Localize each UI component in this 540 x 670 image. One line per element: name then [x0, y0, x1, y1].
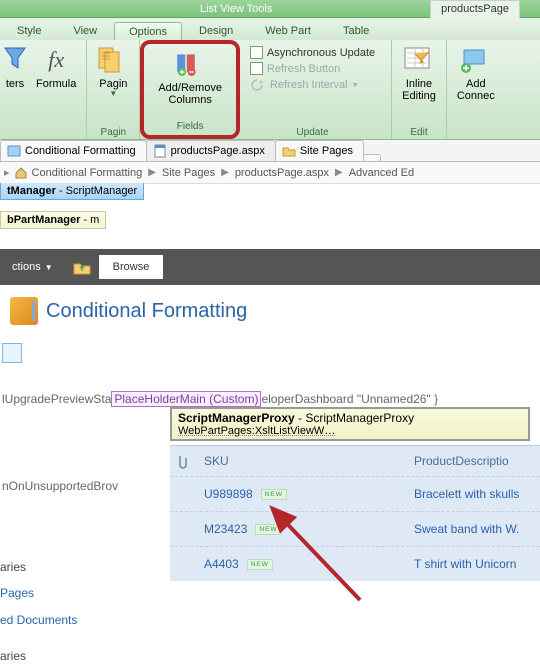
funnel-icon — [0, 44, 31, 76]
fields-group-highlighted: Add/Remove Columns Fields — [140, 40, 240, 139]
crumb-1[interactable]: Conditional Formatting — [32, 167, 143, 179]
new-badge: NEW — [255, 524, 281, 535]
attachments-icon[interactable] — [176, 454, 194, 470]
paging-button[interactable]: Pagin ▼ — [91, 42, 135, 101]
tab-options[interactable]: Options — [114, 22, 182, 40]
inline-edit-icon — [403, 44, 435, 76]
nav-link-documents[interactable]: ed Documents — [0, 607, 77, 633]
crumb-2[interactable]: Site Pages — [162, 167, 215, 179]
nav-header-libraries-2: aries — [0, 643, 77, 669]
tab-design[interactable]: Design — [184, 21, 248, 40]
dropdown-icon: ▼ — [45, 263, 53, 272]
chevron-right-icon: ▶ — [335, 167, 343, 178]
document-tabs: Conditional Formatting productsPage.aspx… — [0, 140, 540, 162]
back-icon[interactable]: ▸ — [4, 166, 10, 179]
paging-icon — [97, 44, 129, 76]
table-row[interactable]: A4403NEWT shirt with Unicorn — [170, 546, 540, 581]
dropdown-icon: ▼ — [109, 90, 117, 99]
ribbon-context-bar: List View Tools productsPage — [0, 0, 540, 18]
tab-style[interactable]: Style — [2, 21, 56, 40]
doc-tab-productspage[interactable]: productsPage.aspx — [146, 140, 276, 161]
breadcrumb: ▸ Conditional Formatting ▶ Site Pages ▶ … — [0, 162, 540, 184]
page-title-row: Conditional Formatting — [0, 285, 540, 335]
table-row[interactable]: U989898NEWBracelett with skulls — [170, 476, 540, 511]
site-actions-dropdown[interactable]: ctions▼ — [0, 255, 65, 279]
crumb-3[interactable]: productsPage.aspx — [235, 167, 329, 179]
col-header-sku[interactable]: SKU — [204, 454, 404, 470]
xsltlistview-link[interactable]: WebPartPages:XsltListViewW… — [178, 425, 522, 437]
scriptmanager-control[interactable]: tManager - ScriptManager — [0, 183, 144, 200]
table-row[interactable]: M23423NEWSweat band with W. — [170, 511, 540, 546]
inline-editing-button[interactable]: Inline Editing — [396, 42, 442, 104]
site-icon — [7, 144, 21, 158]
add-connection-button[interactable]: Add Connec — [451, 42, 501, 104]
group-label-paging: Pagin — [91, 126, 135, 139]
crumb-4[interactable]: Advanced Ed — [349, 167, 414, 179]
site-actions-bar: ctions▼ Browse — [0, 249, 540, 285]
col-header-desc[interactable]: ProductDescriptio — [414, 454, 534, 470]
group-label-fields: Fields — [152, 120, 228, 133]
aspx-icon — [153, 144, 167, 158]
navigate-up-icon[interactable] — [73, 259, 91, 275]
ribbon-tab-strip: Style View Options Design Web Part Table — [0, 18, 540, 40]
sku-link: A4403 — [204, 557, 239, 571]
scriptmanagerproxy-box[interactable]: ScriptManagerProxy - ScriptManagerProxy … — [170, 407, 530, 441]
sku-link: M23423 — [204, 522, 247, 536]
formula-button[interactable]: fx Formula — [30, 42, 82, 92]
folder-icon — [282, 144, 296, 158]
list-view-tools-label: List View Tools — [200, 3, 272, 15]
fx-icon: fx — [40, 44, 72, 76]
chevron-right-icon: ▶ — [148, 167, 156, 178]
list-header: SKU ProductDescriptio — [170, 446, 540, 476]
designer-code-row: lUpgradePreviewStaPlaceHolderMain (Custo… — [0, 391, 540, 407]
quick-launch-nav: aries Pages ed Documents aries — [0, 554, 77, 670]
doc-tab-empty[interactable] — [363, 154, 381, 161]
designer-code-row-2: nOnUnsupportedBrov — [0, 479, 120, 493]
doc-tab-conditional-formatting[interactable]: Conditional Formatting — [0, 140, 147, 161]
refresh-icon-disabled — [250, 78, 266, 92]
webpartmanager-control[interactable]: bPartManager - m — [0, 211, 106, 229]
home-icon[interactable] — [14, 166, 28, 180]
browse-tab[interactable]: Browse — [99, 255, 164, 279]
tab-view[interactable]: View — [58, 21, 112, 40]
refresh-interval-dropdown[interactable]: Refresh Interval ▼ — [250, 78, 375, 92]
tab-webpart[interactable]: Web Part — [250, 21, 326, 40]
group-label-update: Update — [244, 126, 381, 139]
tab-table[interactable]: Table — [328, 21, 384, 40]
group-label-edit: Edit — [396, 126, 442, 139]
sku-link: U989898 — [204, 487, 253, 501]
doc-tab-sitepages[interactable]: Site Pages — [275, 140, 364, 161]
page-title: Conditional Formatting — [46, 300, 247, 323]
selection-handle[interactable] — [2, 343, 22, 363]
placeholder-main[interactable]: PlaceHolderMain (Custom) — [111, 391, 261, 407]
connection-icon — [460, 44, 492, 76]
new-badge: NEW — [261, 489, 287, 500]
add-remove-columns-button[interactable]: Add/Remove Columns — [152, 46, 228, 108]
async-update-checkbox[interactable]: Asynchronous Update — [250, 46, 375, 59]
refresh-button-checkbox[interactable]: Refresh Button — [250, 62, 375, 75]
context-tab-productspage[interactable]: productsPage — [430, 0, 520, 18]
nav-header-libraries: aries — [0, 554, 77, 580]
filters-button[interactable]: ters — [0, 42, 30, 92]
ribbon-body: ters fx Formula x Pagin ▼ Pagin — [0, 40, 540, 140]
dropdown-icon: ▼ — [352, 82, 359, 89]
site-logo-icon — [10, 297, 38, 325]
new-badge: NEW — [247, 559, 273, 570]
list-view-webpart: SKU ProductDescriptio U989898NEWBracelet… — [170, 445, 540, 581]
chevron-right-icon: ▶ — [221, 167, 229, 178]
nav-link-pages[interactable]: Pages — [0, 580, 77, 606]
columns-icon — [174, 48, 206, 80]
